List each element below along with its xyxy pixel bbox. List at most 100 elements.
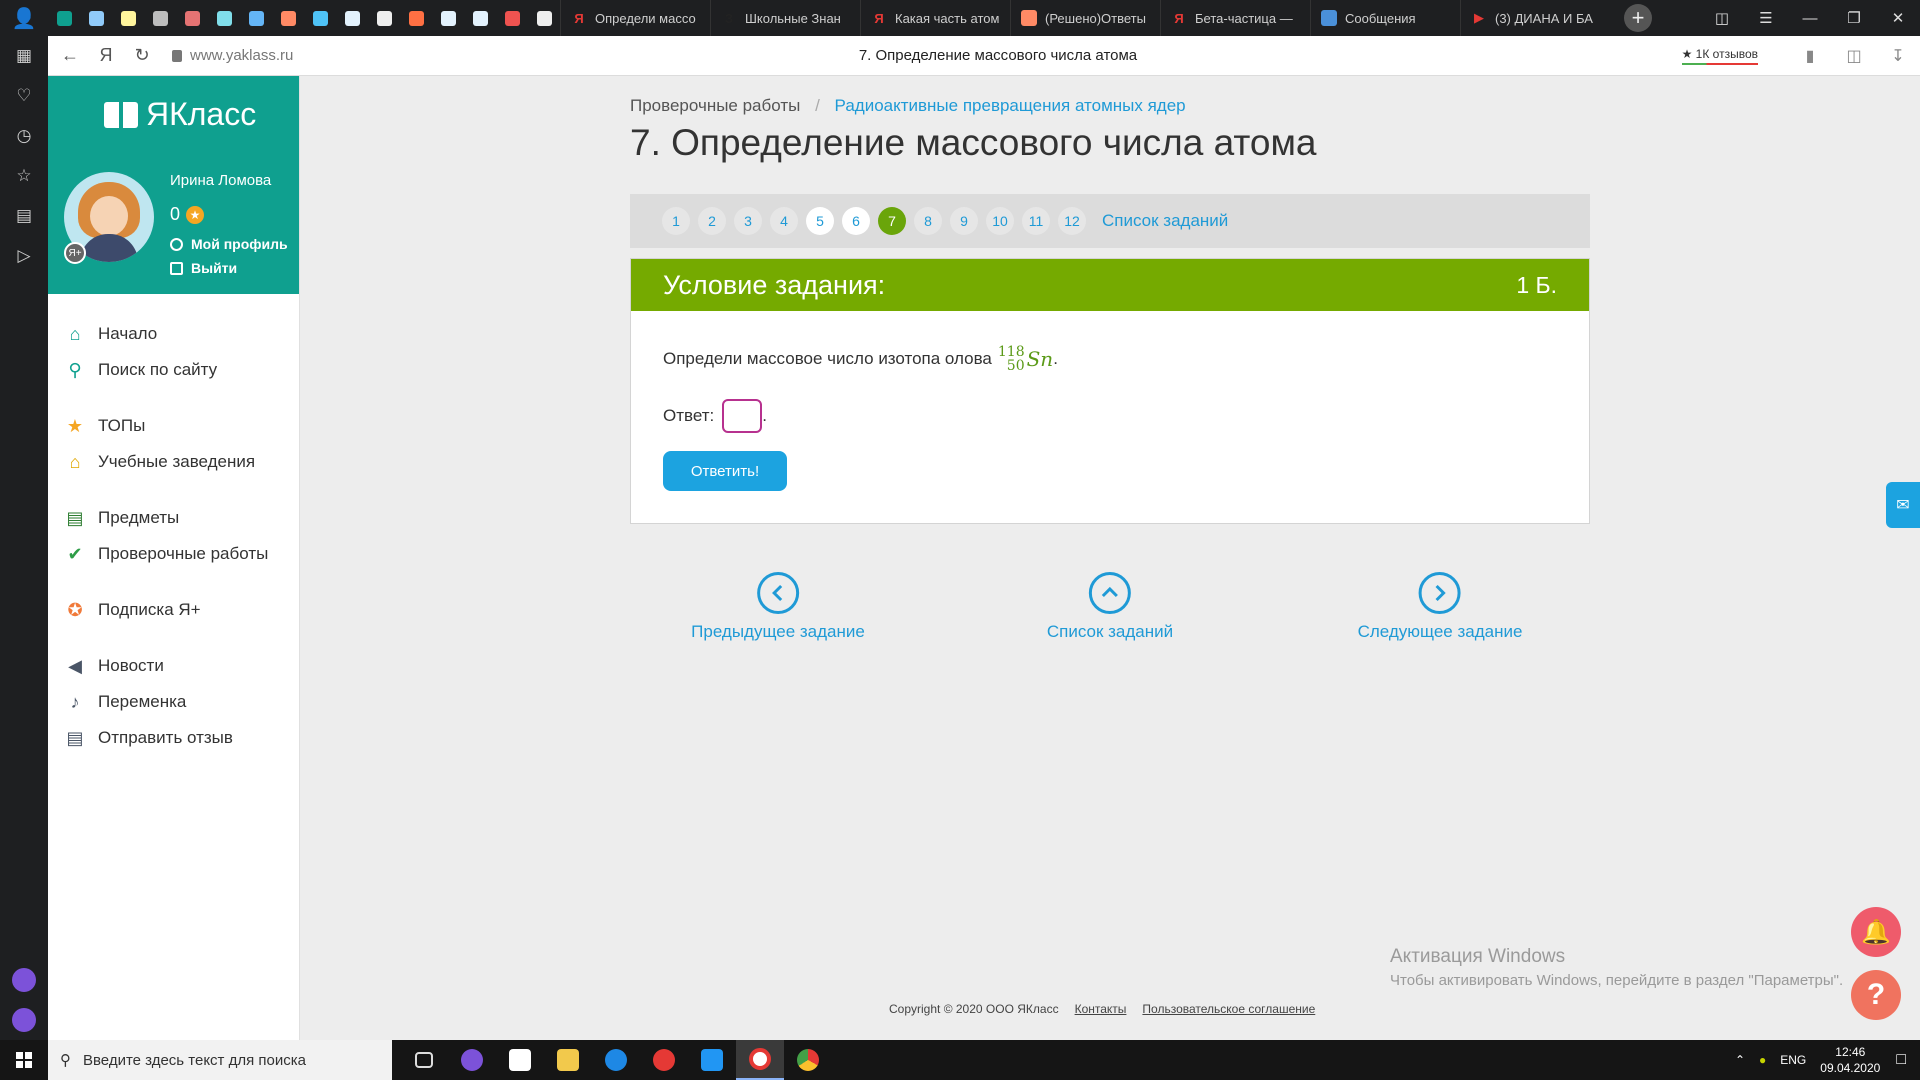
mail-icon[interactable] [688, 1040, 736, 1080]
url-field[interactable]: www.yaklass.ru [172, 47, 293, 64]
my-profile-link[interactable]: Мой профиль [170, 236, 288, 252]
collections-icon[interactable]: ◫ [1832, 46, 1876, 66]
pinned-tab[interactable] [144, 0, 176, 36]
contacts-link[interactable]: Контакты [1075, 1002, 1127, 1016]
yandex-browser-icon[interactable] [736, 1040, 784, 1080]
pinned-tab[interactable] [336, 0, 368, 36]
pager-page-2[interactable]: 2 [698, 207, 726, 235]
browser-tab[interactable]: ▶ (3) ДИАНА И БА [1460, 0, 1610, 36]
pinned-tab[interactable] [368, 0, 400, 36]
reload-button[interactable]: ↻ [124, 36, 160, 76]
chevron-up-icon[interactable]: ⌃ [1735, 1053, 1745, 1067]
collections-icon[interactable]: ◫ [1700, 0, 1744, 36]
menu-icon[interactable]: ☰ [1744, 0, 1788, 36]
pinned-tab[interactable] [112, 0, 144, 36]
pager-page-5[interactable]: 5 [806, 207, 834, 235]
taskbar-search[interactable]: ⚲ Введите здесь текст для поиска [48, 1040, 392, 1080]
browser-tab[interactable]: Я Какая часть атом [860, 0, 1010, 36]
action-center-icon[interactable]: □ [1896, 1051, 1906, 1069]
pager-page-3[interactable]: 3 [734, 207, 762, 235]
history-icon[interactable]: ◷ [0, 116, 48, 156]
answer-input[interactable] [722, 399, 763, 433]
pager-page-1[interactable]: 1 [662, 207, 690, 235]
pinned-tab[interactable] [272, 0, 304, 36]
pinned-tab[interactable] [528, 0, 560, 36]
language-indicator[interactable]: ENG [1780, 1053, 1806, 1067]
restore-button[interactable]: ❐ [1832, 0, 1876, 36]
pager-page-8[interactable]: 8 [914, 207, 942, 235]
browser-tab[interactable]: Я Бета-частица — [1160, 0, 1310, 36]
bookmarks-star-icon[interactable]: ☆ [0, 156, 48, 196]
pager-task-list-link[interactable]: Список заданий [1102, 211, 1228, 231]
browser-tab[interactable]: З Школьные Знан [710, 0, 860, 36]
clock[interactable]: 12:46 09.04.2020 [1820, 1044, 1880, 1076]
pager-page-10[interactable]: 10 [986, 207, 1014, 235]
prev-task-link[interactable]: Предыдущее задание [691, 572, 865, 642]
bookmark-icon[interactable]: ▮ [1788, 46, 1832, 66]
breadcrumb-current[interactable]: Радиоактивные превращения атомных ядер [835, 96, 1186, 115]
browser-tab[interactable]: (Решено)Ответы [1010, 0, 1160, 36]
user-name[interactable]: Ирина Ломова [170, 172, 271, 189]
help-question-icon[interactable]: ? [1851, 970, 1901, 1020]
agreement-link[interactable]: Пользовательское соглашение [1142, 1002, 1315, 1016]
browser-tab[interactable]: Сообщения [1310, 0, 1460, 36]
minimize-button[interactable]: — [1788, 0, 1832, 36]
close-button[interactable]: ✕ [1876, 0, 1920, 36]
sidebar-item[interactable]: ⚲ Поиск по сайту [48, 352, 299, 388]
task-list-link[interactable]: Список заданий [1047, 572, 1173, 642]
submit-answer-button[interactable]: Ответить! [663, 451, 787, 491]
zen-icon[interactable]: ▤ [0, 196, 48, 236]
edge-icon[interactable] [592, 1040, 640, 1080]
pager-page-9[interactable]: 9 [950, 207, 978, 235]
pinned-tab[interactable] [240, 0, 272, 36]
pager-page-6[interactable]: 6 [842, 207, 870, 235]
sidebar-item[interactable]: ⌂ Начало [48, 316, 299, 352]
chrome-icon[interactable] [784, 1040, 832, 1080]
next-task-link[interactable]: Следующее задание [1358, 572, 1522, 642]
download-icon[interactable]: ↧ [1876, 46, 1920, 66]
notification-bell-icon[interactable]: 🔔 [1851, 907, 1901, 957]
network-icon[interactable]: ● [1759, 1053, 1766, 1067]
back-button[interactable]: ← [52, 36, 88, 76]
reviews-badge[interactable]: ★ 1К отзывов [1681, 47, 1758, 65]
browser-profile-icon[interactable]: 👤 [0, 0, 48, 36]
pinned-tab[interactable] [48, 0, 80, 36]
alice-assistant-icon[interactable] [12, 1008, 36, 1032]
task-view-icon[interactable] [400, 1040, 448, 1080]
sidebar-item[interactable]: ★ ТОПы [48, 408, 299, 444]
yandex-home-button[interactable]: Я [88, 36, 124, 76]
sidebar-item[interactable]: ▤ Предметы [48, 500, 299, 536]
play-icon[interactable]: ▷ [0, 236, 48, 276]
grid-icon[interactable]: ▦ [0, 36, 48, 76]
pinned-tab[interactable] [400, 0, 432, 36]
start-button[interactable] [0, 1040, 48, 1080]
pager-page-4[interactable]: 4 [770, 207, 798, 235]
pinned-tab[interactable] [304, 0, 336, 36]
alice-icon[interactable] [12, 968, 36, 992]
sidebar-item[interactable]: ♪ Переменка [48, 684, 299, 720]
pinned-tab[interactable] [80, 0, 112, 36]
pinned-tab[interactable] [208, 0, 240, 36]
site-logo[interactable]: ЯКласс [104, 96, 256, 133]
new-tab-button[interactable]: + [1624, 4, 1652, 32]
pinned-tab[interactable] [176, 0, 208, 36]
notifications-icon[interactable]: ♡ [0, 76, 48, 116]
pinned-tab[interactable] [496, 0, 528, 36]
browser-tab[interactable]: Я Определи массо [560, 0, 710, 36]
sidebar-item[interactable]: ▤ Отправить отзыв [48, 720, 299, 756]
sidebar-item[interactable]: ✔ Проверочные работы [48, 536, 299, 572]
mail-feedback-icon[interactable]: ✉ [1886, 482, 1920, 528]
sidebar-item[interactable]: ✪ Подписка Я+ [48, 592, 299, 628]
pager-page-12[interactable]: 12 [1058, 207, 1086, 235]
opera-icon[interactable] [640, 1040, 688, 1080]
breadcrumb-root[interactable]: Проверочные работы [630, 96, 800, 115]
store-icon[interactable] [496, 1040, 544, 1080]
pager-page-7[interactable]: 7 [878, 207, 906, 235]
sidebar-item[interactable]: ⌂ Учебные заведения [48, 444, 299, 480]
pinned-tab[interactable] [432, 0, 464, 36]
pinned-tab[interactable] [464, 0, 496, 36]
file-explorer-icon[interactable] [544, 1040, 592, 1080]
alice-taskbar-icon[interactable] [448, 1040, 496, 1080]
logout-link[interactable]: Выйти [170, 260, 237, 276]
pager-page-11[interactable]: 11 [1022, 207, 1050, 235]
